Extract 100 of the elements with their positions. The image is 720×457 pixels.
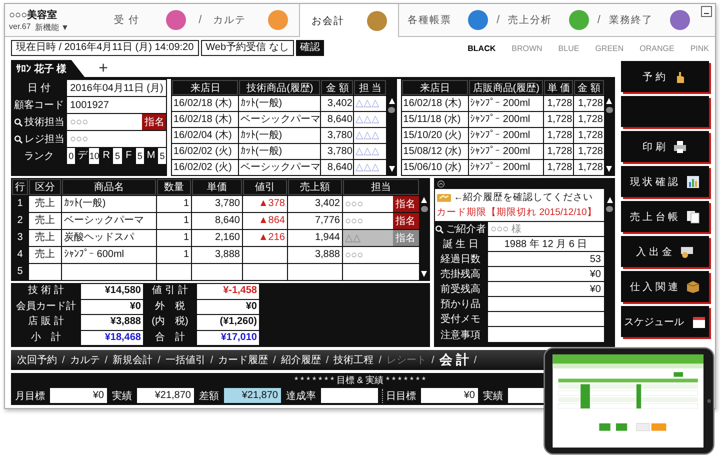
action-link[interactable]: 一括値引 [165, 353, 206, 367]
side-menu-button[interactable]: 売 上 台 帳 [621, 201, 709, 232]
rank-letter: F [124, 149, 133, 163]
table-cell: 16/02/18 (木) [172, 96, 238, 111]
action-link[interactable]: カルテ [70, 353, 100, 367]
target-field: ¥0 [421, 388, 478, 403]
table-cell: 15/10/20 (火) [402, 128, 468, 143]
staff-cell[interactable]: ○○○ 指名 [343, 213, 419, 229]
side-menu-button[interactable]: 仕 入 関 連 [621, 271, 709, 302]
table-cell: △△△ [354, 112, 386, 127]
theme-option[interactable]: BLUE [558, 44, 580, 52]
field-label: 経過日数 [440, 253, 481, 266]
table-cell: 1,728 [544, 112, 574, 127]
action-divider: / [378, 354, 382, 366]
field-label: 誕 生 日 [442, 238, 478, 251]
side-menu-button[interactable]: 印 刷 [621, 131, 709, 162]
table-cell: 1,728 [574, 96, 604, 111]
nomination-badge[interactable]: 指名 [392, 196, 419, 212]
table-cell: 3,402 [321, 96, 354, 111]
add-tab-button[interactable]: + [98, 61, 108, 77]
side-menu-button[interactable]: スケジュール [621, 306, 709, 337]
new-features-menu[interactable]: 新機能 ▼ [34, 22, 69, 32]
nomination-badge[interactable]: 指名 [142, 114, 166, 130]
tab[interactable]: 受 付 [101, 4, 199, 36]
tab[interactable]: カルテ [202, 4, 300, 36]
total-label: 技 術 計 [27, 284, 65, 298]
action-link[interactable]: 会 計 [439, 351, 469, 369]
calendar-icon [692, 314, 706, 328]
action-divider: / [273, 354, 276, 366]
total-value: ¥0 [197, 300, 259, 314]
minimize-button[interactable] [701, 6, 712, 17]
printer-icon [673, 140, 688, 154]
staff-cell[interactable]: △△ 指名 [343, 230, 419, 246]
column-header: 単価 [192, 179, 242, 195]
table-cell: ｼｬﾝﾌﾟｰ 200ml [469, 112, 544, 127]
field-label: 前受残高 [440, 282, 481, 296]
nomination-badge[interactable]: 指名 [392, 213, 419, 229]
theme-option[interactable]: PINK [690, 44, 709, 52]
theme-option[interactable]: ORANGE [640, 44, 674, 52]
total-value: ¥17,010 [197, 330, 259, 345]
table-cell: 16/02/02 (火) [172, 144, 238, 159]
column-header: 担当 [343, 179, 419, 195]
table-cell [157, 264, 191, 280]
card-expiry-warning: カード期限【期限切れ 2015/12/10】 [436, 207, 597, 218]
action-divider: / [474, 354, 477, 366]
table-cell: 1,728 [574, 112, 604, 127]
datetime-display: 現在日時 / 2016年4月11日 (月) 14:09:20 [11, 40, 199, 56]
table-cell: 1 [157, 196, 191, 212]
table-cell: ベーシックパーマ [62, 213, 156, 229]
table-cell: 15/06/10 (水) [402, 160, 468, 175]
row-number: 3 [16, 231, 24, 245]
action-divider: / [326, 354, 329, 366]
total-label: 会員カード計 [15, 300, 77, 314]
tab[interactable]: お会計 [299, 4, 399, 37]
collapse-icon[interactable] [436, 180, 445, 188]
field-label: 受付メモ [440, 312, 481, 326]
column-header: 店販商品(履歴) [469, 80, 544, 95]
staff-cell[interactable] [343, 264, 419, 280]
table-cell: 1,728 [544, 96, 574, 111]
theme-option[interactable]: GREEN [595, 44, 624, 52]
field-value: 1988 年 12 月 6 日 [488, 237, 604, 251]
tab[interactable]: 各種帳票 [398, 4, 497, 36]
table-cell: △△△ [354, 160, 386, 175]
side-menu-button[interactable]: 入 出 金 [621, 236, 709, 267]
side-menu-button[interactable]: 予 約 [621, 61, 709, 92]
search-icon [14, 134, 22, 144]
table-cell: 1 [157, 230, 191, 246]
staff-name: ○○○ [345, 216, 364, 226]
column-header: 売上額 [288, 179, 342, 195]
table-cell: 3,402 [288, 196, 342, 212]
action-link[interactable]: 次回予約 [17, 353, 57, 367]
staff-cell[interactable]: ○○○ [343, 247, 419, 263]
tab-divider: / [597, 14, 600, 26]
field-label: 顧客コード [14, 98, 64, 112]
target-label: 月目標 [14, 390, 46, 402]
table-cell: 1,728 [574, 160, 604, 175]
tab[interactable]: 業務終了 [600, 4, 698, 36]
customer-tab[interactable]: ｻﾛﾝ 花子 様 [11, 60, 85, 77]
staff-cell[interactable]: ○○○ 指名 [343, 196, 419, 212]
theme-option[interactable]: BLACK [468, 44, 496, 52]
confirm-button[interactable]: 確認 [296, 40, 324, 56]
action-link[interactable]: 新規会計 [112, 353, 153, 367]
column-header: 値引 [243, 179, 287, 195]
target-field: ¥21,870 [137, 388, 194, 403]
action-link[interactable]: カード履歴 [218, 353, 268, 367]
nomination-badge[interactable]: 指名 [392, 230, 419, 246]
field-label: 技術担当 [24, 116, 64, 129]
table-cell: 16/02/18 (木) [172, 112, 238, 127]
tab-divider: / [496, 14, 500, 26]
table-cell: 1,944 [288, 230, 342, 246]
tab[interactable]: 売上分析 [500, 4, 598, 36]
theme-option[interactable]: BROWN [512, 44, 542, 52]
action-link[interactable]: 技術工程 [334, 353, 374, 367]
table-cell: ベーシックパーマ [239, 160, 320, 175]
search-icon [14, 118, 22, 126]
action-link[interactable]: 紹介履歴 [280, 353, 321, 367]
side-menu-button[interactable]: 現 状 確 認 [621, 166, 709, 197]
column-header: 来店日 [172, 80, 238, 95]
table-cell: ｶｯﾄ(一般) [239, 96, 320, 111]
column-header: 行 [12, 179, 28, 195]
